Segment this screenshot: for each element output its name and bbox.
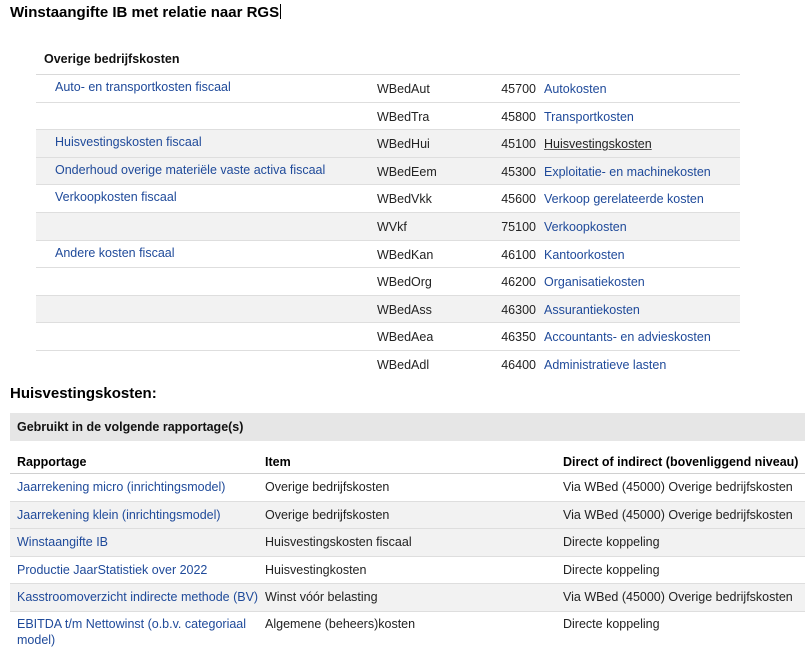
report-connection: Directe koppeling bbox=[563, 562, 660, 577]
usage-row: Winstaangifte IB Huisvestingskosten fisca… bbox=[10, 529, 805, 557]
rgs-code: WBedVkk bbox=[377, 192, 432, 207]
rgs-row: Andere kosten fiscaal WBedKan 46100 Kantoor… bbox=[36, 241, 740, 269]
usage-row: Productie JaarStatistiek over 2022 Huisve… bbox=[10, 557, 805, 584]
column-header-rapportage: Rapportage bbox=[17, 455, 87, 469]
rgs-row: WBedTra 45800 Transportkosten bbox=[36, 103, 740, 131]
rgs-code: WBedTra bbox=[377, 109, 430, 124]
report-connection: Via WBed (45000) Overige bedrijfskosten bbox=[563, 480, 793, 494]
usage-row: Kasstroomoverzicht indirecte methode (BV… bbox=[10, 584, 805, 612]
rgs-code: WBedEem bbox=[377, 164, 437, 179]
usage-row: EBITDA t/m Nettowinst (o.b.v. categoriaa… bbox=[10, 612, 805, 652]
usage-panel-header: Gebruikt in de volgende rapportage(s) bbox=[10, 413, 805, 441]
rgs-code: WBedOrg bbox=[377, 275, 432, 290]
rgs-number: 75100 bbox=[501, 219, 536, 234]
rgs-row: Huisvestingskosten fiscaal WBedHui 45100 Hu… bbox=[36, 130, 740, 158]
rgs-description-link[interactable]: Huisvestingskosten bbox=[544, 137, 652, 151]
rgs-row: Verkoopkosten fiscaal WBedVkk 45600 Verkoop… bbox=[36, 185, 740, 213]
report-connection: Directe koppeling bbox=[563, 616, 660, 631]
rgs-description-link[interactable]: Assurantiekosten bbox=[544, 303, 640, 317]
rgs-description-link[interactable]: Organisatiekosten bbox=[544, 275, 645, 289]
rgs-number: 46200 bbox=[501, 275, 536, 290]
rgs-number: 45300 bbox=[501, 164, 536, 179]
rgs-code: WBedKan bbox=[377, 247, 434, 262]
rgs-number: 46300 bbox=[501, 302, 536, 317]
rgs-description-link[interactable]: Autokosten bbox=[544, 82, 607, 96]
text-cursor bbox=[280, 4, 282, 19]
rgs-code: WVkf bbox=[377, 219, 407, 234]
column-header-item: Item bbox=[265, 455, 291, 469]
rgs-description-link[interactable]: Verkoopkosten bbox=[544, 220, 627, 234]
rgs-code: WBedAss bbox=[377, 302, 432, 317]
rgs-row: WBedAdl 46400 Administratieve lasten bbox=[36, 351, 740, 378]
usage-panel: Gebruikt in de volgende rapportage(s) Ra… bbox=[10, 413, 805, 652]
rgs-row: WBedAss 46300 Assurantiekosten bbox=[36, 295, 740, 324]
rgs-category-link[interactable]: Andere kosten fiscaal bbox=[55, 246, 175, 260]
section-title: Huisvestingskosten: bbox=[10, 385, 157, 402]
rgs-description-link[interactable]: Verkoop gerelateerde kosten bbox=[544, 192, 704, 206]
rgs-table-header: Overige bedrijfskosten bbox=[36, 46, 740, 75]
rgs-number: 46400 bbox=[501, 357, 536, 372]
rgs-code: WBedAea bbox=[377, 330, 434, 345]
rgs-description-link[interactable]: Transportkosten bbox=[544, 110, 634, 124]
rgs-number: 45700 bbox=[501, 82, 536, 96]
report-link[interactable]: Productie JaarStatistiek over 2022 bbox=[17, 563, 207, 577]
rgs-number: 46100 bbox=[501, 247, 536, 262]
rgs-number: 45800 bbox=[501, 109, 536, 124]
report-item: Overige bedrijfskosten bbox=[265, 480, 390, 494]
rgs-number: 45600 bbox=[501, 192, 536, 207]
report-link[interactable]: Kasstroomoverzicht indirecte methode (BV… bbox=[17, 590, 258, 604]
rgs-description-link[interactable]: Administratieve lasten bbox=[544, 358, 666, 372]
page-title-text: Winstaangifte IB met relatie naar RGS bbox=[10, 4, 280, 21]
rgs-code: WBedAut bbox=[377, 82, 430, 96]
rgs-category-link[interactable]: Verkoopkosten fiscaal bbox=[55, 190, 177, 204]
rgs-description-link[interactable]: Accountants- en advieskosten bbox=[544, 330, 711, 344]
rgs-description-link[interactable]: Kantoorkosten bbox=[544, 248, 625, 262]
report-link[interactable]: Jaarrekening klein (inrichtingsmodel) bbox=[17, 508, 221, 522]
report-item: Huisvestingkosten bbox=[265, 562, 367, 577]
rgs-code: WBedAdl bbox=[377, 357, 430, 372]
page-title: Winstaangifte IB met relatie naar RGS bbox=[10, 4, 282, 21]
rgs-row: Auto- en transportkosten fiscaal WBedAut 4… bbox=[36, 75, 740, 103]
column-header-direct-indirect: Direct of indirect (bovenliggend niveau) bbox=[563, 455, 799, 469]
rgs-category-link[interactable]: Auto- en transportkosten fiscaal bbox=[55, 80, 231, 94]
rgs-row: Onderhoud overige materiële vaste activa… bbox=[36, 157, 740, 186]
report-item: Winst vóór belasting bbox=[265, 590, 378, 604]
usage-table-body: Jaarrekening micro (inrichtingsmodel) Ove… bbox=[10, 474, 805, 652]
rgs-row: WBedAea 46350 Accountants- en advieskosten bbox=[36, 323, 740, 351]
rgs-description-link[interactable]: Exploitatie- en machinekosten bbox=[544, 165, 711, 179]
report-item: Huisvestingskosten fiscaal bbox=[265, 535, 412, 549]
report-item: Overige bedrijfskosten bbox=[265, 507, 390, 522]
rgs-table: Overige bedrijfskosten Auto- en transpor… bbox=[36, 46, 740, 378]
rgs-category-link[interactable]: Onderhoud overige materiële vaste activa… bbox=[55, 163, 325, 177]
report-connection: Via WBed (45000) Overige bedrijfskosten bbox=[563, 507, 793, 522]
usage-table-header: Rapportage Item Direct of indirect (bove… bbox=[10, 441, 805, 474]
rgs-category-link[interactable]: Huisvestingskosten fiscaal bbox=[55, 135, 202, 149]
rgs-row: WVkf 75100 Verkoopkosten bbox=[36, 212, 740, 241]
usage-row: Jaarrekening micro (inrichtingsmodel) Ove… bbox=[10, 474, 805, 502]
rgs-code: WBedHui bbox=[377, 137, 430, 152]
report-connection: Via WBed (45000) Overige bedrijfskosten bbox=[563, 590, 793, 604]
usage-row: Jaarrekening klein (inrichtingsmodel) Ove… bbox=[10, 501, 805, 529]
rgs-row: WBedOrg 46200 Organisatiekosten bbox=[36, 268, 740, 296]
rgs-number: 45100 bbox=[501, 137, 536, 152]
rgs-table-body: Auto- en transportkosten fiscaal WBedAut 4… bbox=[36, 75, 740, 378]
rgs-number: 46350 bbox=[501, 330, 536, 345]
report-link[interactable]: Winstaangifte IB bbox=[17, 535, 108, 549]
report-connection: Directe koppeling bbox=[563, 535, 660, 549]
report-link[interactable]: EBITDA t/m Nettowinst (o.b.v. categoriaa… bbox=[17, 616, 257, 648]
report-item: Algemene (beheers)kosten bbox=[265, 616, 416, 631]
report-link[interactable]: Jaarrekening micro (inrichtingsmodel) bbox=[17, 480, 225, 494]
